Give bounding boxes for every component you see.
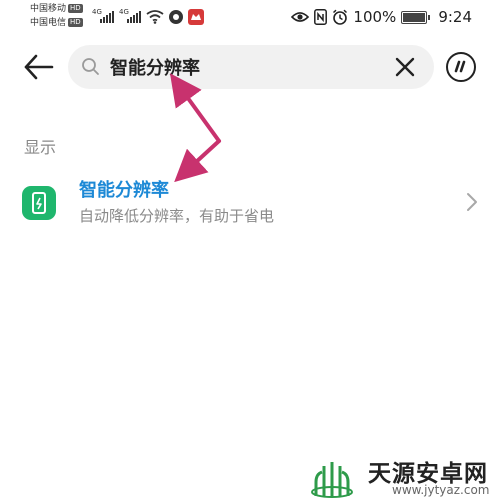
search-icon [82, 58, 99, 75]
carrier-2: 中国电信 HD [30, 18, 83, 28]
result-subtitle: 自动降低分辨率，有助于省电 [79, 207, 275, 225]
result-item-smart-resolution[interactable]: 智能分辨率 自动降低分辨率，有助于省电 [0, 168, 500, 238]
search-bar[interactable] [68, 45, 434, 89]
chevron-right-icon [467, 193, 477, 211]
clock: 9:24 [438, 8, 472, 26]
eye-comfort-icon [291, 12, 310, 22]
search-input[interactable] [110, 54, 390, 80]
battery-icon [401, 10, 431, 24]
watermark-logo-icon [311, 462, 353, 498]
arrow-left-icon [24, 54, 54, 80]
app-notification-icon [169, 10, 183, 24]
carrier-1: 中国移动 HD [30, 4, 83, 14]
watermark-url: www.jytyaz.com [392, 483, 490, 497]
result-title: 智能分辨率 [79, 180, 169, 201]
phone-resolution-icon [22, 186, 56, 220]
watermark: 天源安卓网 www.jytyaz.com [300, 452, 500, 499]
hd-badge: HD [68, 4, 83, 13]
status-right: 100% 9:24 [291, 8, 472, 26]
wifi-icon [146, 10, 164, 24]
close-icon [395, 57, 415, 77]
hd-badge-2: HD [68, 18, 83, 27]
carrier-2-label: 中国电信 [30, 18, 67, 28]
carrier-1-label: 中国移动 [30, 4, 67, 14]
status-bar: 中国移动 HD 中国电信 HD 4G 4G 100% 9:24 [0, 0, 500, 36]
voice-assistant-button[interactable] [446, 52, 476, 82]
clear-button[interactable] [394, 56, 416, 78]
section-label: 显示 [24, 138, 57, 157]
battery-percent: 100% [353, 8, 397, 26]
phone-resolution-glyph [32, 192, 46, 214]
nfc-icon [314, 9, 328, 25]
app-notification-icon-2 [188, 9, 204, 25]
alarm-icon [333, 9, 348, 25]
voice-assistant-icon [454, 60, 466, 73]
back-button[interactable] [22, 50, 56, 84]
